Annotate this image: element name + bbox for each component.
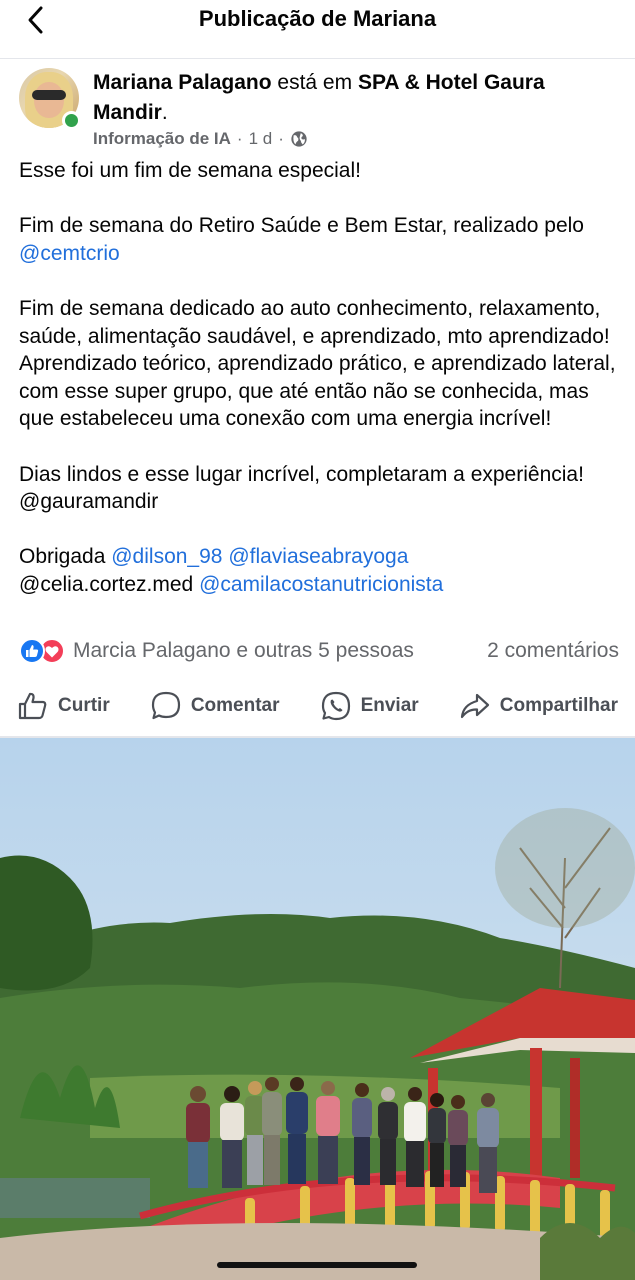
mention-link[interactable]: @cemtcrio	[19, 242, 120, 265]
top-bar: Publicação de Mariana	[0, 0, 635, 50]
like-icon	[19, 638, 45, 664]
send-button[interactable]: Enviar	[320, 690, 419, 722]
home-indicator[interactable]	[217, 1262, 417, 1268]
post-meta: Informação de IA · 1 d ·	[93, 129, 308, 149]
mention-link[interactable]: @dilson_98	[111, 545, 222, 568]
send-label: Enviar	[360, 695, 419, 716]
reaction-icons[interactable]	[19, 638, 65, 664]
post-paragraph: Esse foi um fim de semana especial!	[19, 159, 361, 182]
share-arrow-icon	[460, 693, 489, 719]
comments-count[interactable]: 2 comentários	[487, 639, 619, 663]
online-status-indicator	[62, 111, 81, 130]
author-name[interactable]: Mariana Palagano	[93, 71, 272, 94]
share-button[interactable]: Compartilhar	[459, 690, 618, 722]
mention-link[interactable]: @flaviaseabrayoga	[228, 545, 408, 568]
like-button[interactable]: Curtir	[17, 690, 110, 722]
page-title: Publicação de Mariana	[198, 6, 437, 31]
paragraph-text: @celia.cortez.med	[19, 572, 200, 596]
place-suffix: .	[161, 101, 168, 124]
mention-link[interactable]: @camilacostanutricionista	[199, 573, 443, 596]
paragraph-text: Obrigada	[19, 545, 112, 569]
comment-label: Comentar	[190, 695, 280, 716]
share-label: Compartilhar	[499, 695, 618, 716]
comment-bubble-icon	[151, 691, 180, 720]
post-header: Mariana Palagano está em SPA & Hotel Gau…	[0, 58, 635, 158]
author-line: Mariana Palagano está em SPA & Hotel Gau…	[93, 68, 613, 128]
meta-separator: ·	[236, 129, 243, 148]
post-photo[interactable]	[0, 736, 635, 1280]
post-paragraph: Obrigada @dilson_98 @flaviaseabrayoga @ce…	[19, 543, 619, 598]
like-label: Curtir	[58, 695, 110, 716]
paragraph-text: Fim de semana do Retiro Saúde e Bem Esta…	[19, 214, 584, 238]
post-paragraph: Dias lindos e esse lugar incrível, compl…	[19, 462, 584, 514]
reactions-summary[interactable]: Marcia Palagano e outras 5 pessoas	[73, 639, 414, 663]
thumbs-up-icon	[18, 692, 47, 720]
post-paragraph: Fim de semana dedicado ao auto conhecime…	[19, 296, 616, 431]
is-at-text: está em	[277, 71, 353, 94]
whatsapp-icon	[321, 691, 350, 721]
post-time[interactable]: 1 d	[249, 129, 273, 149]
ai-info-link[interactable]: Informação de IA	[93, 129, 231, 149]
post-body: Esse foi um fim de semana especial! Fim …	[19, 157, 619, 599]
meta-separator: ·	[278, 129, 284, 148]
actions-row: Curtir Comentar Enviar Compartilhar	[0, 684, 635, 728]
reactions-row: Marcia Palagano e outras 5 pessoas 2 com…	[19, 636, 619, 666]
author-avatar[interactable]	[19, 68, 81, 130]
globe-icon	[291, 131, 307, 147]
comment-button[interactable]: Comentar	[150, 690, 280, 722]
post-paragraph: Fim de semana do Retiro Saúde e Bem Esta…	[19, 212, 619, 267]
